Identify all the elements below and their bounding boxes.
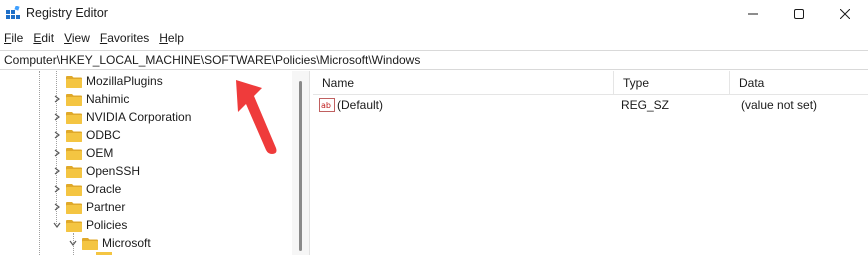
tree-item[interactable]: ODBC <box>52 126 121 144</box>
tree-item-label: OEM <box>86 146 114 160</box>
svg-text:ab: ab <box>321 101 331 110</box>
menu-view[interactable]: View <box>64 31 96 45</box>
folder-icon <box>66 75 82 88</box>
folder-icon <box>66 147 82 160</box>
tree-item[interactable]: OEM <box>52 144 113 162</box>
folder-icon <box>66 93 82 106</box>
tree-item-label: MozillaPlugins <box>86 74 163 88</box>
scrollbar-thumb[interactable] <box>299 81 302 251</box>
address-bar[interactable]: Computer\HKEY_LOCAL_MACHINE\SOFTWARE\Pol… <box>0 50 868 70</box>
column-header-type[interactable]: Type <box>614 71 730 95</box>
value-type: REG_SZ <box>621 98 670 112</box>
menu-edit[interactable]: Edit <box>33 31 60 45</box>
menu-file[interactable]: File <box>4 31 29 45</box>
values-list: Name Type Data ab (Default) REG_SZ (valu… <box>313 71 868 255</box>
chevron-down-icon[interactable] <box>68 238 78 248</box>
window-title: Registry Editor <box>26 6 108 20</box>
list-header: Name Type Data <box>313 71 868 95</box>
minimize-icon <box>748 13 758 15</box>
tree-item[interactable]: OpenSSH <box>52 162 140 180</box>
menu-favorites[interactable]: Favorites <box>100 31 155 45</box>
chevron-down-icon[interactable] <box>52 220 62 230</box>
string-value-icon: ab <box>319 98 335 112</box>
registry-editor-app-icon <box>6 6 20 19</box>
value-data: (value not set) <box>741 98 818 112</box>
tree-scrollbar[interactable] <box>292 71 309 255</box>
column-header-name[interactable]: Name <box>313 71 614 95</box>
tree-guide-line <box>39 71 40 255</box>
chevron-right-icon[interactable] <box>52 94 62 104</box>
chevron-right-icon[interactable] <box>52 184 62 194</box>
tree-item[interactable]: Nahimic <box>52 90 129 108</box>
menu-bar: File Edit View Favorites Help <box>0 28 868 48</box>
folder-open-icon <box>82 237 98 250</box>
chevron-right-icon[interactable] <box>52 112 62 122</box>
tree-item-label: ODBC <box>86 128 121 142</box>
folder-icon <box>66 111 82 124</box>
folder-icon <box>66 183 82 196</box>
tree-item[interactable]: Microsoft <box>68 234 151 252</box>
tree-item-label: Policies <box>86 218 128 232</box>
tree-item[interactable]: NVIDIA Corporation <box>52 108 191 126</box>
tree-item-label: Oracle <box>86 182 122 196</box>
tree-item[interactable]: MozillaPlugins <box>66 72 163 90</box>
close-button[interactable] <box>822 0 868 28</box>
address-path: Computer\HKEY_LOCAL_MACHINE\SOFTWARE\Pol… <box>4 53 421 67</box>
tree-item-label: Microsoft <box>102 236 151 250</box>
chevron-right-icon[interactable] <box>52 166 62 176</box>
folder-open-icon <box>66 219 82 232</box>
tree-item-label: NVIDIA Corporation <box>86 110 192 124</box>
tree-item[interactable]: Policies <box>52 216 127 234</box>
tree-item-label: Nahimic <box>86 92 130 106</box>
tree-item[interactable]: Partner <box>52 198 125 216</box>
chevron-right-icon[interactable] <box>52 148 62 158</box>
minimize-button[interactable] <box>730 0 776 28</box>
key-tree: MozillaPlugins Nahimic NVIDIA Corporatio… <box>0 71 292 255</box>
chevron-right-icon[interactable] <box>52 202 62 212</box>
folder-icon <box>66 201 82 214</box>
column-header-data[interactable]: Data <box>730 71 868 95</box>
folder-icon <box>66 129 82 142</box>
menu-help[interactable]: Help <box>159 31 190 45</box>
close-icon <box>840 9 850 19</box>
value-name-cell: ab (Default) <box>319 95 383 115</box>
title-bar: Registry Editor <box>0 0 868 28</box>
maximize-button[interactable] <box>776 0 822 28</box>
tree-item-label: Partner <box>86 200 126 214</box>
chevron-right-icon[interactable] <box>52 130 62 140</box>
value-name: (Default) <box>337 98 384 112</box>
maximize-icon <box>794 9 804 19</box>
list-row[interactable]: ab (Default) REG_SZ (value not set) <box>313 95 868 115</box>
tree-item-label: OpenSSH <box>86 164 141 178</box>
tree-item[interactable]: Oracle <box>52 180 121 198</box>
folder-icon <box>66 165 82 178</box>
